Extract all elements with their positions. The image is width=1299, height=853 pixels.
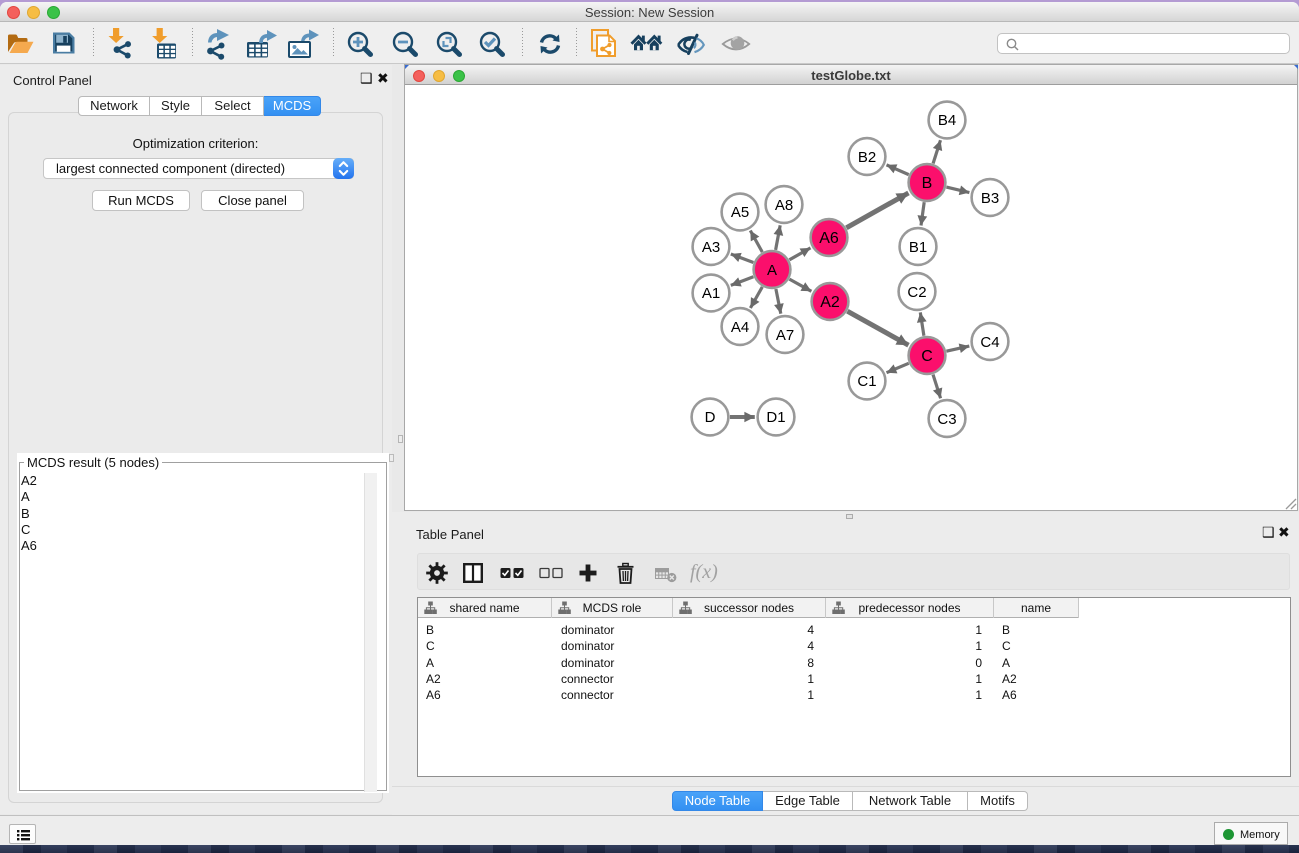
svg-text:B3: B3 <box>981 190 999 207</box>
svg-text:D: D <box>705 409 716 426</box>
svg-text:A6: A6 <box>819 230 839 247</box>
svg-text:C2: C2 <box>907 284 926 301</box>
svg-text:B2: B2 <box>858 149 876 166</box>
svg-text:A5: A5 <box>731 204 749 221</box>
svg-text:A2: A2 <box>820 294 840 311</box>
svg-text:C: C <box>921 348 933 365</box>
svg-text:A7: A7 <box>776 327 794 344</box>
svg-text:A: A <box>767 262 777 279</box>
svg-text:D1: D1 <box>766 409 785 426</box>
svg-text:A1: A1 <box>702 285 720 302</box>
svg-text:B4: B4 <box>938 112 956 129</box>
svg-text:C3: C3 <box>937 411 956 428</box>
svg-text:B: B <box>922 175 933 192</box>
svg-text:C1: C1 <box>857 373 876 390</box>
svg-text:A4: A4 <box>731 319 749 336</box>
svg-text:C4: C4 <box>980 334 999 351</box>
svg-text:A3: A3 <box>702 239 720 256</box>
svg-text:A8: A8 <box>775 197 793 214</box>
svg-text:B1: B1 <box>909 239 927 256</box>
